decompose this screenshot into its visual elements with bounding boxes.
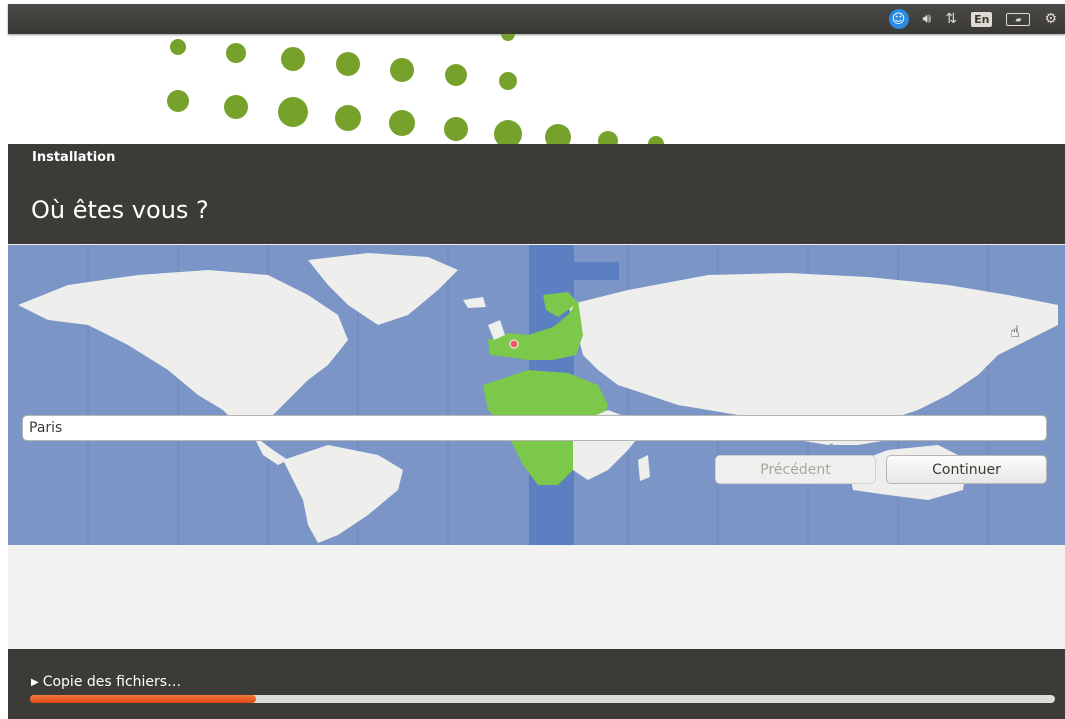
- accessibility-icon[interactable]: ☺: [888, 9, 909, 29]
- power-gear-icon[interactable]: ⚙: [1044, 11, 1057, 27]
- page-title: Où êtes vous ?: [31, 196, 209, 224]
- world-map-graphic: [8, 245, 1065, 545]
- background-dots-decoration: [167, 34, 664, 144]
- city-input[interactable]: Paris: [22, 415, 1047, 441]
- battery-icon[interactable]: ▰: [1006, 12, 1031, 26]
- location-pin: [509, 339, 519, 349]
- speaker-icon[interactable]: 🔊︎: [923, 11, 932, 27]
- window-header: Installation Où êtes vous ?: [8, 144, 1065, 244]
- network-arrows-icon[interactable]: ⇅: [945, 11, 957, 27]
- top-panel: ☺ 🔊︎ ⇅ En ▰ ⚙: [8, 4, 1065, 34]
- timezone-map[interactable]: [8, 245, 1065, 545]
- system-tray: ☺ 🔊︎ ⇅ En ▰ ⚙: [888, 4, 1065, 34]
- continue-button[interactable]: Continuer: [886, 455, 1047, 484]
- previous-button[interactable]: Précédent: [715, 455, 876, 484]
- window-title: Installation: [32, 150, 116, 165]
- keyboard-layout-indicator[interactable]: En: [971, 11, 993, 27]
- hand-cursor-icon: ☝: [1010, 322, 1020, 341]
